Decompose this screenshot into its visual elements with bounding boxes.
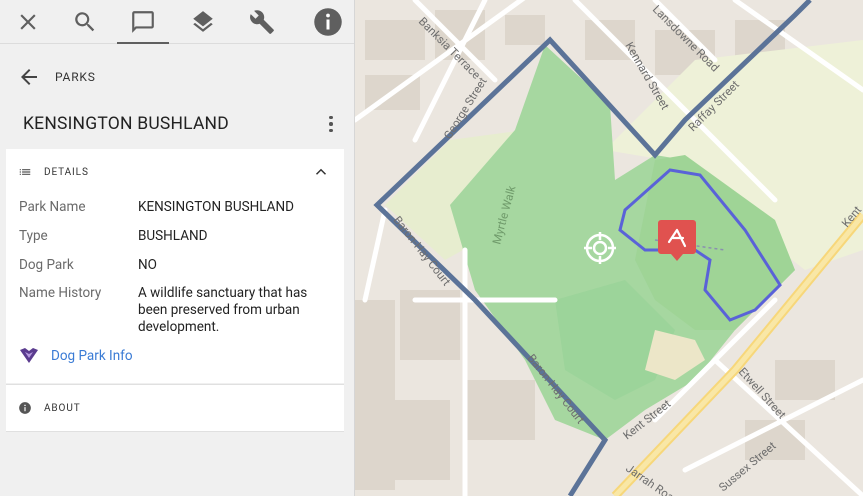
layers-icon: [193, 11, 213, 32]
details-icon: [132, 11, 154, 33]
detail-key: Type: [19, 228, 48, 244]
search-icon: [75, 12, 95, 32]
dog-park-logo-icon: [20, 348, 38, 363]
info-small-icon: [16, 399, 34, 417]
details-header[interactable]: DETAILS: [6, 149, 344, 195]
map-canvas[interactable]: Banksia Terrace George Street Lansdowne …: [355, 0, 863, 496]
details-card: DETAILS Park Name KENSINGTON BUSHLAND Ty…: [6, 149, 344, 383]
search-button[interactable]: [57, 0, 113, 44]
map-view[interactable]: Banksia Terrace George Street Lansdowne …: [355, 0, 863, 496]
info-button[interactable]: [300, 0, 354, 44]
page-title: KENSINGTON BUSHLAND: [23, 114, 229, 134]
more-vert-icon[interactable]: [323, 114, 339, 134]
side-panel: PARKS KENSINGTON BUSHLAND DETAILS Park N…: [0, 0, 355, 496]
chevron-up-icon[interactable]: [312, 163, 330, 181]
breadcrumb: PARKS: [0, 58, 354, 96]
detail-value: BUSHLAND: [138, 228, 208, 244]
list-icon: [16, 163, 34, 181]
detail-value: KENSINGTON BUSHLAND: [138, 199, 294, 215]
detail-value: NO: [138, 257, 157, 273]
app-window: PARKS KENSINGTON BUSHLAND DETAILS Park N…: [0, 0, 863, 496]
dog-park-info-label[interactable]: Dog Park Info: [51, 348, 133, 364]
details-section-label: DETAILS: [44, 166, 89, 178]
info-icon: [314, 8, 342, 36]
dog-park-info-link[interactable]: Dog Park Info: [19, 347, 133, 365]
details-button[interactable]: [115, 0, 171, 44]
about-header[interactable]: ABOUT: [6, 385, 344, 431]
wrench-icon: [250, 10, 274, 34]
toolbar: [0, 0, 354, 44]
about-section-label: ABOUT: [44, 402, 81, 414]
back-arrow-icon[interactable]: [17, 65, 41, 89]
breadcrumb-label[interactable]: PARKS: [55, 70, 96, 84]
detail-key: Park Name: [19, 199, 86, 215]
close-icon: [20, 14, 36, 30]
close-button[interactable]: [0, 0, 56, 44]
title-row: KENSINGTON BUSHLAND: [0, 106, 354, 142]
detail-key: Name History: [19, 285, 102, 301]
layers-button[interactable]: [175, 0, 231, 44]
detail-key: Dog Park: [19, 257, 74, 273]
tools-button[interactable]: [234, 0, 290, 44]
detail-value: A wildlife sanctuary that has been prese…: [138, 285, 308, 335]
about-card: ABOUT: [6, 384, 344, 432]
